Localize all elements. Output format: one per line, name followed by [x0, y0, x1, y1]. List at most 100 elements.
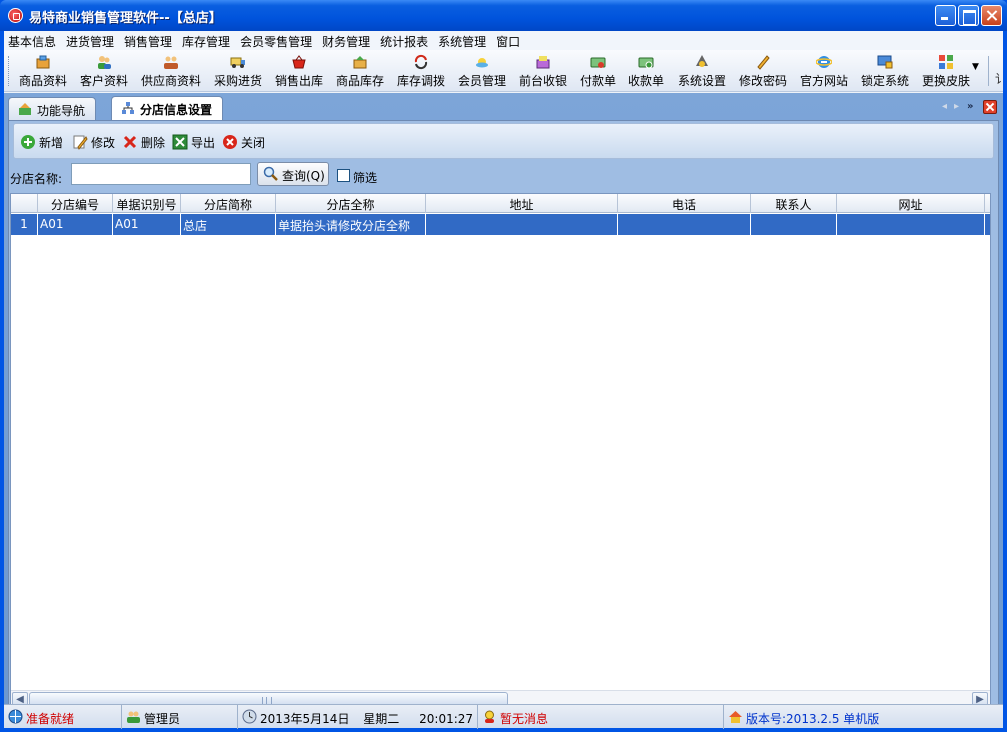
toolbar-transfer-button[interactable]: 库存调拨 — [395, 53, 447, 89]
column-header-contact[interactable]: 联系人 — [751, 194, 837, 213]
menu-member-retail[interactable]: 会员零售管理 — [236, 31, 318, 50]
column-header-full-name[interactable]: 分店全称 — [276, 194, 426, 213]
toolbar-grip[interactable] — [8, 56, 10, 86]
toolbar-label: 库存调拨 — [396, 74, 445, 88]
tab-label: 分店信息设置 — [140, 103, 213, 117]
branch-name-label: 分店名称: — [10, 172, 63, 186]
add-button[interactable]: 新增 — [20, 134, 63, 152]
add-icon — [20, 134, 36, 150]
main-toolbar: 商品资料 客户资料 供应商资料 采购进货 销售出库 商品库存 库存调拨 会员管理… — [4, 50, 1007, 92]
message-text: 暂无消息 — [500, 712, 549, 726]
menu-sales[interactable]: 销售管理 — [120, 31, 178, 50]
doc-id-cell[interactable]: A01 — [113, 214, 181, 235]
column-header-address[interactable]: 地址 — [426, 194, 618, 213]
column-header-branch-code[interactable]: 分店编号 — [38, 194, 113, 213]
branch-name-input[interactable] — [71, 163, 251, 185]
column-header-short-name[interactable]: 分店简称 — [181, 194, 276, 213]
tab-scroll-left-icon[interactable]: ◂ — [942, 101, 947, 112]
full-name-cell[interactable]: 单据抬头请修改分店全称 — [276, 214, 426, 235]
member-icon — [474, 54, 490, 70]
add-label: 新增 — [39, 136, 64, 150]
transfer-arrows-icon — [413, 54, 429, 70]
toolbar-member-button[interactable]: 会员管理 — [456, 53, 508, 89]
tab-function-nav[interactable]: 功能导航 — [8, 97, 97, 120]
export-button[interactable]: 导出 — [172, 134, 215, 152]
receipt-icon — [638, 54, 654, 70]
minimize-button[interactable] — [935, 5, 956, 26]
toolbar-dropdown-icon[interactable]: ▼ — [972, 62, 979, 72]
delete-button[interactable]: 删除 — [122, 134, 165, 152]
purchase-truck-icon — [230, 54, 246, 70]
toolbar-sales-button[interactable]: 销售出库 — [273, 53, 325, 89]
address-cell[interactable] — [426, 214, 618, 235]
toolbar-cashier-button[interactable]: 前台收银 — [517, 53, 569, 89]
toolbar-overflow-label[interactable]: 讠 — [995, 70, 1007, 87]
toolbar-supplier-button[interactable]: 供应商资料 — [138, 53, 204, 89]
toolbar-password-button[interactable]: 修改密码 — [737, 53, 789, 89]
query-button[interactable]: 查询(Q) — [257, 162, 329, 186]
lock-system-icon — [877, 54, 893, 70]
toolbar-label: 官方网站 — [799, 74, 848, 88]
toolbar-lock-button[interactable]: 锁定系统 — [859, 53, 911, 89]
sales-basket-icon — [291, 54, 307, 70]
branch-network-icon — [121, 101, 135, 115]
toolbar-website-button[interactable]: 官方网站 — [798, 53, 850, 89]
menu-finance[interactable]: 财务管理 — [318, 31, 376, 50]
column-header-rownum[interactable] — [11, 194, 38, 213]
home-icon — [728, 709, 743, 724]
user-group-icon — [126, 709, 141, 724]
toolbar-customer-button[interactable]: 客户资料 — [78, 53, 130, 89]
status-time: 20:01:27 — [419, 712, 474, 726]
close-tab-icon[interactable] — [983, 100, 997, 114]
status-weekday: 星期二 — [363, 712, 400, 726]
toolbar-label: 商品库存 — [335, 74, 384, 88]
website-cell[interactable] — [837, 214, 985, 235]
toolbar-label: 付款单 — [579, 74, 616, 88]
toolbar-label: 收款单 — [627, 74, 664, 88]
edit-button[interactable]: 修改 — [72, 134, 115, 152]
toolbar-purchase-button[interactable]: 采购进货 — [212, 53, 264, 89]
toolbar-separator — [988, 56, 989, 86]
menu-system[interactable]: 系统管理 — [434, 31, 492, 50]
tab-list-icon[interactable]: » — [967, 101, 973, 112]
toolbar-inventory-button[interactable]: 商品库存 — [334, 53, 386, 89]
filter-checkbox[interactable] — [337, 169, 350, 182]
maximize-button[interactable] — [958, 5, 979, 26]
title-bar[interactable]: 易特商业销售管理软件--【总店】 — [0, 0, 1007, 31]
ie-browser-icon — [816, 54, 832, 70]
menu-purchase[interactable]: 进货管理 — [62, 31, 120, 50]
column-header-phone[interactable]: 电话 — [618, 194, 751, 213]
phone-cell[interactable] — [618, 214, 751, 235]
filter-label: 筛选 — [353, 171, 378, 185]
toolbar-label: 采购进货 — [213, 74, 262, 88]
column-header-website[interactable]: 网址 — [837, 194, 985, 213]
tab-strip: 功能导航 分店信息设置 ◂ ▸ » — [4, 93, 1003, 120]
inventory-box-icon — [352, 54, 368, 70]
tab-branch-settings[interactable]: 分店信息设置 — [111, 96, 224, 120]
short-name-cell[interactable]: 总店 — [181, 214, 276, 235]
close-window-button[interactable] — [981, 5, 1002, 26]
status-ready: 准备就绪 — [4, 705, 122, 729]
menu-reports[interactable]: 统计报表 — [376, 31, 434, 50]
close-button[interactable]: 关闭 — [222, 134, 265, 152]
tab-scroll-right-icon[interactable]: ▸ — [954, 101, 959, 112]
supplier-icon — [163, 54, 179, 70]
toolbar-label: 供应商资料 — [140, 74, 201, 88]
column-header-doc-id[interactable]: 单据识别号 — [113, 194, 181, 213]
contact-cell[interactable] — [751, 214, 837, 235]
toolbar-product-button[interactable]: 商品资料 — [18, 53, 68, 89]
menu-basic-info[interactable]: 基本信息 — [4, 31, 62, 50]
branch-code-cell[interactable]: A01 — [38, 214, 113, 235]
message-person-icon — [482, 709, 497, 724]
app-logo-icon[interactable] — [8, 8, 23, 23]
close-icon — [222, 134, 238, 150]
toolbar-payment-button[interactable]: 付款单 — [578, 53, 618, 89]
status-message[interactable]: 暂无消息 — [478, 705, 724, 729]
status-text: 准备就绪 — [26, 712, 75, 726]
toolbar-skin-button[interactable]: 更换皮肤 — [920, 53, 972, 89]
table-row[interactable]: 1 A01 A01 总店 单据抬头请修改分店全称 — [11, 214, 990, 235]
toolbar-settings-button[interactable]: 系统设置 — [676, 53, 728, 89]
toolbar-receipt-button[interactable]: 收款单 — [626, 53, 666, 89]
menu-window[interactable]: 窗口 — [492, 31, 526, 50]
menu-inventory[interactable]: 库存管理 — [178, 31, 236, 50]
